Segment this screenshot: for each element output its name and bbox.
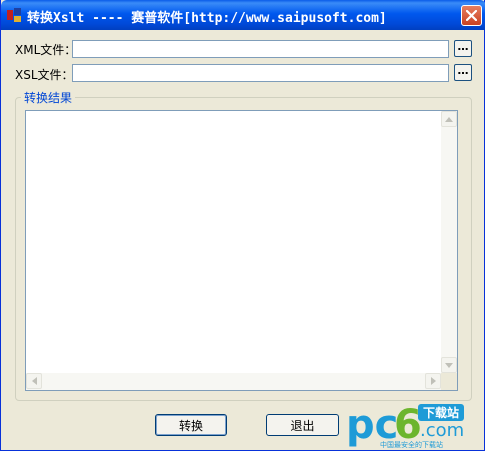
- scrollbar-corner: [441, 373, 457, 390]
- scroll-down-button[interactable]: [441, 357, 457, 373]
- convert-button[interactable]: 转换: [155, 414, 227, 436]
- arrow-up-icon: [445, 116, 453, 122]
- xsl-browse-button[interactable]: …: [454, 64, 472, 81]
- result-textarea[interactable]: [25, 110, 458, 391]
- xml-file-input[interactable]: [72, 40, 449, 58]
- ellipsis-icon: …: [457, 40, 469, 53]
- xsl-file-label: XSL文件：: [15, 68, 74, 82]
- window-title: 转换Xslt ---- 赛普软件[http://www.saipusoft.co…: [27, 11, 387, 26]
- arrow-left-icon: [31, 377, 37, 385]
- result-group-title: 转换结果: [21, 89, 76, 106]
- app-icon: [7, 8, 21, 22]
- vertical-scrollbar[interactable]: [441, 111, 457, 373]
- arrow-right-icon: [430, 377, 436, 385]
- exit-button[interactable]: 退出: [266, 414, 339, 436]
- main-window: 转换Xslt ---- 赛普软件[http://www.saipusoft.co…: [0, 0, 485, 451]
- pc6-watermark: pc 6 .com 下载站 中国最安全的下载站: [344, 398, 485, 451]
- svg-text:.com: .com: [420, 420, 464, 441]
- xml-file-label: XML文件：: [15, 43, 77, 57]
- arrow-down-icon: [445, 362, 453, 368]
- scroll-right-button[interactable]: [425, 373, 441, 389]
- close-button[interactable]: [461, 5, 482, 26]
- scroll-up-button[interactable]: [441, 111, 457, 127]
- xml-browse-button[interactable]: …: [454, 40, 472, 57]
- xsl-file-input[interactable]: [72, 64, 449, 82]
- ellipsis-icon: …: [457, 64, 469, 77]
- watermark-tagline: 中国最安全的下载站: [380, 441, 443, 449]
- close-icon: [466, 10, 477, 21]
- scroll-left-button[interactable]: [26, 373, 42, 389]
- svg-text:下载站: 下载站: [423, 405, 459, 420]
- title-bar[interactable]: 转换Xslt ---- 赛普软件[http://www.saipusoft.co…: [1, 0, 485, 30]
- horizontal-scrollbar[interactable]: [26, 373, 441, 390]
